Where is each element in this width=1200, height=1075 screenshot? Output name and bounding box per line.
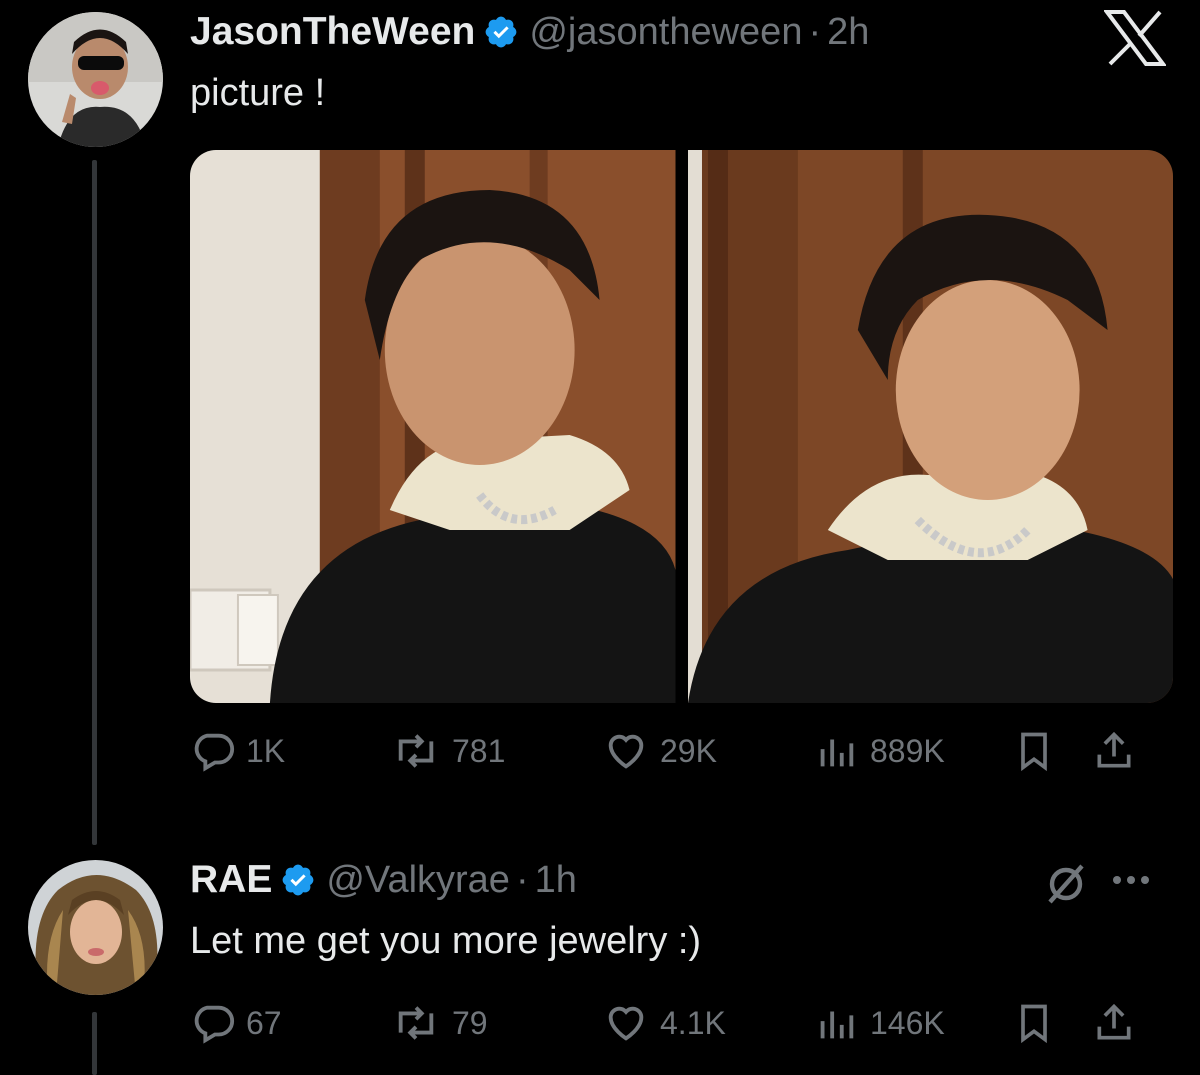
repost-count: 79 bbox=[452, 1004, 488, 1041]
more-options-icon[interactable] bbox=[1113, 876, 1149, 884]
share-icon bbox=[1097, 1003, 1131, 1040]
separator-dot: · bbox=[808, 10, 822, 53]
bookmark-icon bbox=[1021, 732, 1047, 772]
views-button[interactable]: 889K bbox=[812, 728, 1012, 774]
reply-icon bbox=[194, 1005, 235, 1044]
display-name[interactable]: JasonTheWeen bbox=[190, 10, 475, 54]
views-icon bbox=[820, 739, 854, 767]
repost-button[interactable]: 781 bbox=[390, 728, 602, 774]
repost-icon bbox=[398, 734, 434, 768]
repost-icon bbox=[398, 1006, 434, 1040]
share-button[interactable] bbox=[1092, 728, 1136, 774]
reply-icon bbox=[194, 733, 235, 772]
like-count: 29K bbox=[660, 732, 717, 769]
views-button[interactable]: 146K bbox=[812, 1000, 1012, 1046]
grok-icon[interactable] bbox=[1042, 860, 1090, 913]
thread-line bbox=[92, 160, 97, 845]
media-photo-1[interactable] bbox=[190, 150, 676, 703]
repost-count: 781 bbox=[452, 732, 506, 769]
bookmark-icon bbox=[1021, 1004, 1047, 1044]
reply-button[interactable]: 1K bbox=[190, 728, 390, 774]
timestamp[interactable]: 1h bbox=[535, 859, 577, 902]
tweet-text: Let me get you more jewelry :) bbox=[190, 920, 702, 962]
separator-dot: · bbox=[515, 858, 529, 901]
avatar[interactable] bbox=[28, 860, 163, 995]
tweet-actions: 67 79 4.1K 146K bbox=[190, 1000, 1170, 1046]
handle[interactable]: @jasontheween bbox=[529, 11, 802, 54]
reply-count: 67 bbox=[246, 1004, 282, 1041]
timestamp[interactable]: 2h bbox=[827, 11, 869, 54]
tweet-header: JasonTheWeen @jasontheween · 2h bbox=[190, 10, 869, 54]
repost-button[interactable]: 79 bbox=[390, 1000, 602, 1046]
verified-badge-icon bbox=[485, 16, 517, 48]
x-logo-icon[interactable] bbox=[1103, 10, 1167, 71]
bookmark-button[interactable] bbox=[1012, 728, 1092, 774]
display-name[interactable]: RAE bbox=[190, 858, 272, 902]
media-photo-2[interactable] bbox=[687, 150, 1173, 703]
like-button[interactable]: 4.1K bbox=[602, 1000, 812, 1046]
bookmark-button[interactable] bbox=[1012, 1000, 1092, 1046]
thread-line bbox=[92, 1012, 97, 1075]
media-grid[interactable] bbox=[190, 150, 1173, 703]
views-icon bbox=[820, 1011, 854, 1039]
handle[interactable]: @Valkyrae bbox=[326, 859, 510, 902]
like-button[interactable]: 29K bbox=[602, 728, 812, 774]
like-count: 4.1K bbox=[660, 1004, 726, 1041]
share-icon bbox=[1097, 731, 1131, 768]
verified-badge-icon bbox=[282, 864, 314, 896]
heart-icon bbox=[608, 1006, 644, 1041]
tweet-actions: 1K 781 29K 889K bbox=[190, 728, 1170, 774]
share-button[interactable] bbox=[1092, 1000, 1136, 1046]
heart-icon bbox=[608, 734, 644, 769]
reply-count: 1K bbox=[246, 732, 286, 769]
views-count: 889K bbox=[870, 732, 945, 769]
tweet-text: picture ! bbox=[190, 72, 326, 114]
views-count: 146K bbox=[870, 1004, 945, 1041]
avatar[interactable] bbox=[28, 12, 163, 147]
reply-button[interactable]: 67 bbox=[190, 1000, 390, 1046]
tweet-header: RAE @Valkyrae · 1h bbox=[190, 858, 577, 902]
